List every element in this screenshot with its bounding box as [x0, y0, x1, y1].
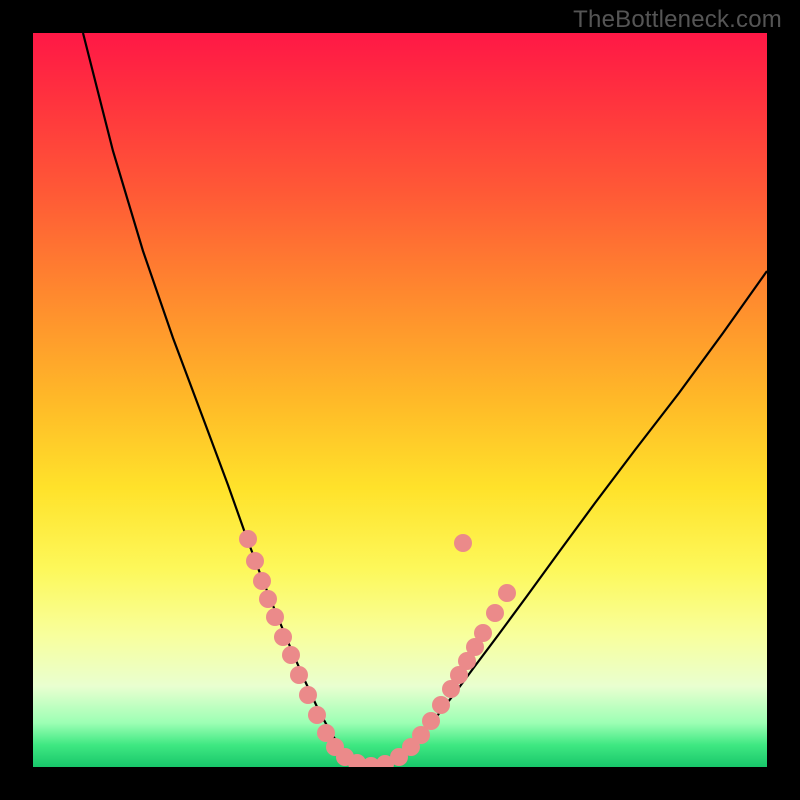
chart-frame: TheBottleneck.com [0, 0, 800, 800]
marker-dot [474, 624, 492, 642]
marker-dot [239, 530, 257, 548]
marker-dot [454, 534, 472, 552]
watermark-text: TheBottleneck.com [573, 6, 782, 34]
marker-dot [282, 646, 300, 664]
marker-dot [253, 572, 271, 590]
marker-dot [290, 666, 308, 684]
chart-svg [33, 33, 767, 767]
plot-area [33, 33, 767, 767]
bottleneck-curve [83, 33, 767, 767]
marker-dot [266, 608, 284, 626]
marker-dot [498, 584, 516, 602]
marker-dot [308, 706, 326, 724]
marker-dot [422, 712, 440, 730]
marker-dot [246, 552, 264, 570]
curve-markers [239, 530, 516, 767]
marker-dot [486, 604, 504, 622]
marker-dot [274, 628, 292, 646]
marker-dot [259, 590, 277, 608]
marker-dot [299, 686, 317, 704]
marker-dot [432, 696, 450, 714]
